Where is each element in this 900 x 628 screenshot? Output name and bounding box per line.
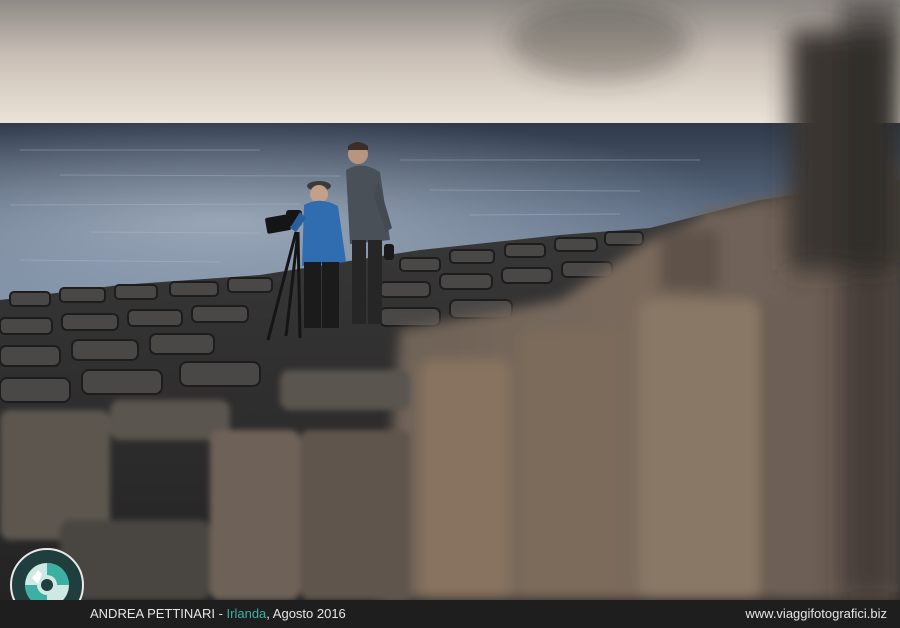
website-url: www.viaggifotografici.biz bbox=[745, 606, 887, 621]
photo-credit: ANDREA PETTINARI - Irlanda, Agosto 2016 bbox=[90, 600, 346, 628]
footer-bar: ANDREA PETTINARI - Irlanda, Agosto 2016 … bbox=[0, 600, 900, 628]
location-name: Irlanda bbox=[226, 606, 267, 621]
credit-separator: - bbox=[214, 606, 227, 621]
photo-frame: ANDREA PETTINARI - Irlanda, Agosto 2016 … bbox=[0, 0, 900, 628]
author-name: ANDREA PETTINARI bbox=[90, 606, 215, 621]
sky bbox=[0, 0, 900, 125]
landscape-photo bbox=[0, 0, 900, 600]
photo-date: , Agosto 2016 bbox=[266, 606, 346, 621]
